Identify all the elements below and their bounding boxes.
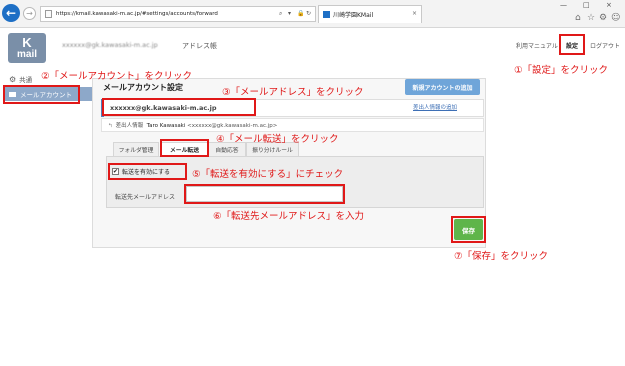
highlight-mail-account — [3, 85, 80, 104]
page-icon — [45, 10, 52, 18]
back-button[interactable]: ← — [2, 4, 20, 22]
add-sender-link[interactable]: 差出人情報の追加 — [413, 103, 457, 111]
step1-note: ①「設定」をクリック — [514, 65, 609, 76]
sender-label: 差出人情報 — [115, 123, 144, 129]
logo-bottom: mail — [16, 49, 37, 60]
forward-arrow-icon: → — [26, 9, 33, 18]
sender-info: ↰ 差出人情報 Taro Kawasaki <xxxxxx@gk.kawasaki… — [108, 121, 277, 129]
highlight-enable-forward — [108, 163, 187, 180]
sidebar-item-label: 共通 — [19, 76, 33, 84]
manual-link[interactable]: 利用マニュアル — [516, 41, 558, 50]
user-email: xxxxxx@gk.kawasaki-m.ac.jp — [62, 41, 158, 49]
browser-toolbar: ← → https://kmail.kawasaki-m.ac.jp/#sett… — [0, 0, 625, 28]
dropdown-icon[interactable]: ▾ — [288, 10, 291, 17]
browser-tab[interactable]: 川崎学園KMail × — [318, 5, 422, 23]
sender-address: <xxxxxx@gk.kawasaki-m.ac.jp> — [187, 123, 278, 129]
add-account-button[interactable]: 新規アカウントの追加 — [405, 79, 480, 95]
star-icon[interactable]: ☆ — [587, 13, 595, 23]
step5-note: ⑤「転送を有効にする」にチェック — [192, 169, 344, 180]
favicon-icon — [323, 11, 330, 18]
sender-name: Taro Kawasaki — [146, 123, 186, 129]
highlight-mail-forward-tab — [160, 139, 209, 157]
step4-note: ④「メール転送」をクリック — [216, 134, 339, 145]
highlight-account-email — [102, 98, 256, 116]
smiley-icon[interactable]: ☺ — [611, 13, 620, 23]
forward-button[interactable]: → — [23, 7, 36, 20]
gear-icon: ⚙ — [9, 75, 17, 84]
tab-title: 川崎学園KMail — [333, 12, 374, 19]
page-title: メールアカウント設定 — [103, 83, 183, 92]
maximize-button[interactable]: □ — [583, 1, 590, 9]
logout-link[interactable]: ログアウト — [590, 41, 620, 50]
kmail-logo[interactable]: K mail — [8, 33, 46, 63]
sidebar-item-common[interactable]: ⚙ 共通 — [9, 74, 32, 84]
home-icon[interactable]: ⌂ — [575, 13, 581, 23]
highlight-save — [451, 216, 486, 243]
search-icon[interactable]: ⌕ — [279, 10, 282, 18]
address-book-link[interactable]: アドレス帳 — [182, 41, 217, 51]
highlight-forward-address — [184, 184, 345, 204]
step6-note: ⑥「転送先メールアドレス」を入力 — [213, 211, 365, 222]
step3-note: ③「メールアドレス」をクリック — [222, 87, 364, 98]
highlight-settings — [559, 34, 585, 55]
back-arrow-icon: ← — [5, 6, 17, 20]
step2-note: ②「メールアカウント」をクリック — [41, 71, 193, 82]
tab-close-icon[interactable]: × — [412, 10, 417, 17]
minimize-button[interactable]: — — [560, 1, 567, 9]
forward-address-label: 転送先メールアドレス — [115, 194, 176, 201]
close-window-button[interactable]: × — [606, 1, 612, 9]
tab-folder-management[interactable]: フォルダ管理 — [113, 142, 159, 156]
return-arrow-icon: ↰ — [108, 123, 113, 129]
gear-icon[interactable]: ⚙ — [599, 13, 607, 23]
step7-note: ⑦「保存」をクリック — [454, 251, 549, 262]
logo-top: K — [22, 35, 32, 50]
refresh-icon[interactable]: ↻ — [306, 10, 311, 17]
address-url: https://kmail.kawasaki-m.ac.jp/#settings… — [56, 11, 218, 17]
lock-icon: 🔒 — [297, 10, 305, 17]
address-bar[interactable]: https://kmail.kawasaki-m.ac.jp/#settings… — [40, 6, 316, 22]
